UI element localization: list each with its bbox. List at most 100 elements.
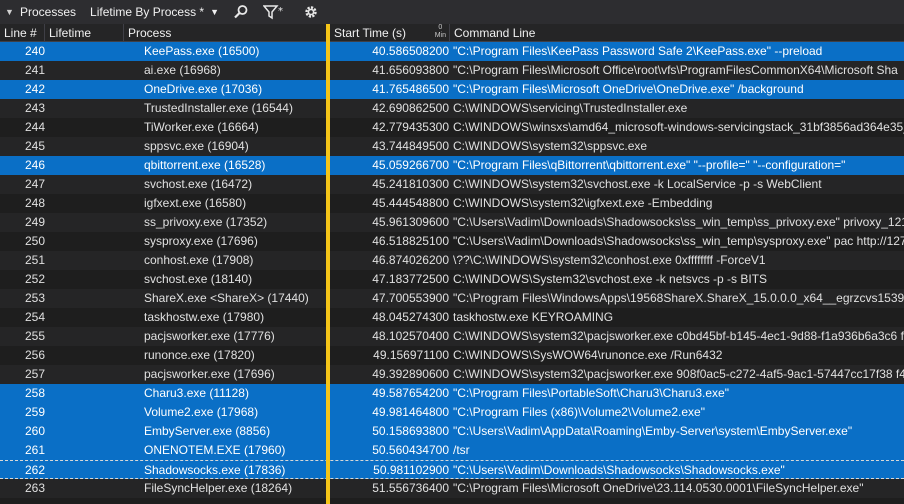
row-process: Shadowsocks.exe (17836) (144, 463, 286, 477)
row-process: TiWorker.exe (16664) (144, 120, 259, 134)
row-line-number: 262 (24, 463, 45, 477)
column-header-command-line[interactable]: Command Line (450, 24, 904, 42)
filter-icon[interactable]: * (263, 4, 289, 20)
row-process: taskhostw.exe (17980) (144, 310, 265, 324)
row-line-number: 241 (24, 63, 45, 77)
row-command-line: "C:\Program Files\qBittorrent\qbittorren… (453, 158, 846, 172)
row-command-line: /tsr (453, 443, 470, 457)
row-command-line: "C:\Users\Vadim\Downloads\Shadowsocks\ss… (453, 234, 904, 248)
table-row[interactable]: 257 pacjsworker.exe (17696) 49.392890600 C:… (0, 365, 904, 384)
row-process: pacjsworker.exe (17696) (144, 367, 275, 381)
row-line-number: 243 (24, 101, 45, 115)
row-line-number: 252 (24, 272, 45, 286)
column-header-line[interactable]: Line # (0, 24, 45, 42)
table-row[interactable]: 259 Volume2.exe (17968) 49.981464800 "C:\Pr… (0, 403, 904, 422)
table-row[interactable]: 241 ai.exe (16968) 41.656093800 "C:\Program… (0, 61, 904, 80)
row-line-number: 255 (24, 329, 45, 343)
table-row[interactable]: 244 TiWorker.exe (16664) 42.779435300 C:\WI… (0, 118, 904, 137)
row-command-line: C:\WINDOWS\system32\igfxext.exe -Embeddi… (453, 196, 713, 210)
table-row[interactable]: 261 ONENOTEM.EXE (17960) 50.560434700/tsr (0, 441, 904, 460)
row-start-time: 42.690862500 (372, 101, 449, 115)
table-row[interactable]: 260 EmbyServer.exe (8856) 50.158693800 "C:\… (0, 422, 904, 441)
row-process: ONENOTEM.EXE (17960) (144, 443, 286, 457)
table-row[interactable]: 255 pacjsworker.exe (17776) 48.102570400 C:… (0, 327, 904, 346)
search-icon[interactable] (233, 4, 249, 20)
row-command-line: C:\WINDOWS\servicing\TrustedInstaller.ex… (453, 101, 688, 115)
row-process: svchost.exe (16472) (144, 177, 253, 191)
row-line-number: 248 (24, 196, 45, 210)
row-process: igfxext.exe (16580) (144, 196, 247, 210)
row-process: conhost.exe (17908) (144, 253, 254, 267)
row-start-time: 40.586508200 (372, 44, 449, 58)
row-process: pacjsworker.exe (17776) (144, 329, 275, 343)
row-command-line: "C:\Users\Vadim\Downloads\Shadowsocks\Sh… (453, 463, 785, 477)
table-row[interactable]: 248 igfxext.exe (16580) 45.444548800 C:\WIN… (0, 194, 904, 213)
row-process: TrustedInstaller.exe (16544) (144, 101, 293, 115)
row-line-number: 263 (24, 481, 45, 495)
view-selector[interactable]: Lifetime By Process * (90, 5, 204, 19)
table-body: 240 KeePass.exe (16500) 40.586508200 "C:\Pr… (0, 42, 904, 504)
row-command-line: C:\WINDOWS\system32\pacjsworker.exe c0bd… (453, 329, 904, 343)
row-line-number: 247 (24, 177, 45, 191)
panel-title: Processes (20, 5, 77, 19)
collapse-icon[interactable]: ▼ (0, 7, 18, 17)
row-start-time: 43.744849500 (372, 139, 449, 153)
row-start-time: 48.045274300 (372, 310, 449, 324)
row-command-line: "C:\Program Files\WindowsApps\19568Share… (453, 291, 904, 305)
row-command-line: taskhostw.exe KEYROAMING (453, 310, 614, 324)
row-start-time: 49.392890600 (372, 367, 449, 381)
row-start-time: 46.874026200 (372, 253, 449, 267)
row-line-number: 258 (24, 386, 45, 400)
table-row[interactable]: 262 Shadowsocks.exe (17836) 50.981102900 "C… (0, 460, 904, 479)
row-start-time: 48.102570400 (372, 329, 449, 343)
gear-icon[interactable] (303, 4, 319, 20)
row-line-number: 261 (24, 443, 45, 457)
row-process: FileSyncHelper.exe (18264) (144, 481, 293, 495)
sort-indicator: 0 Min (434, 24, 446, 39)
table-row[interactable]: 245 sppsvc.exe (16904) 43.744849500 C:\WIND… (0, 137, 904, 156)
row-line-number: 245 (24, 139, 45, 153)
row-command-line: C:\WINDOWS\system32\sppsvc.exe (453, 139, 648, 153)
panel-toolbar: ▼ Processes Lifetime By Process * ▼ * (0, 0, 904, 24)
table-row[interactable]: 254 taskhostw.exe (17980) 48.045274300 task… (0, 308, 904, 327)
row-line-number: 260 (24, 424, 45, 438)
table-row[interactable]: 240 KeePass.exe (16500) 40.586508200 "C:\Pr… (0, 42, 904, 61)
row-line-number: 251 (24, 253, 45, 267)
row-start-time: 45.059266700 (372, 158, 449, 172)
row-start-time: 46.518825100 (372, 234, 449, 248)
column-header-start-time[interactable]: Start Time (s) 0 Min (330, 24, 450, 42)
row-line-number: 244 (24, 120, 45, 134)
row-process: Charu3.exe (11128) (144, 386, 249, 400)
table-row[interactable]: 246 qbittorrent.exe (16528) 45.059266700 "C… (0, 156, 904, 175)
row-line-number: 246 (24, 158, 45, 172)
row-process: sysproxy.exe (17696) (144, 234, 258, 248)
chevron-down-icon[interactable]: ▼ (210, 7, 219, 17)
table-row[interactable]: 258 Charu3.exe (11128) 49.587654200 "C:\Pro… (0, 384, 904, 403)
row-command-line: "C:\Users\Vadim\AppData\Roaming\Emby-Ser… (453, 424, 853, 438)
table-row[interactable]: 256 runonce.exe (17820) 49.156971100 C:\WIN… (0, 346, 904, 365)
table-row[interactable]: 243 TrustedInstaller.exe (16544) 42.690862… (0, 99, 904, 118)
table-row[interactable]: 249 ss_privoxy.exe (17352) 45.961309600 "C:… (0, 213, 904, 232)
table-row[interactable]: 242 OneDrive.exe (17036) 41.765486500 "C:\P… (0, 80, 904, 99)
row-process: OneDrive.exe (17036) (144, 82, 263, 96)
table-row[interactable]: 250 sysproxy.exe (17696) 46.518825100 "C:\U… (0, 232, 904, 251)
row-start-time: 47.700553900 (372, 291, 449, 305)
column-header-start-time-label: Start Time (s) (334, 26, 407, 40)
row-start-time: 50.158693800 (372, 424, 449, 438)
row-start-time: 47.183772500 (372, 272, 449, 286)
row-start-time: 50.981102900 (373, 463, 449, 477)
table-row[interactable]: 252 svchost.exe (18140) 47.183772500 C:\WIN… (0, 270, 904, 289)
column-header-process[interactable]: Process (124, 24, 330, 42)
row-start-time: 49.587654200 (372, 386, 449, 400)
row-process: EmbyServer.exe (8856) (144, 424, 271, 438)
table-row[interactable]: 251 conhost.exe (17908) 46.874026200 \??\C:… (0, 251, 904, 270)
row-process: ss_privoxy.exe (17352) (144, 215, 268, 229)
row-process: KeePass.exe (16500) (144, 44, 260, 58)
table-row[interactable]: 253 ShareX.exe <ShareX> (17440) 47.7005539… (0, 289, 904, 308)
row-line-number: 249 (24, 215, 45, 229)
column-header-lifetime[interactable]: Lifetime (45, 24, 124, 42)
table-row[interactable]: 263 FileSyncHelper.exe (18264) 51.55673640… (0, 479, 904, 498)
row-line-number: 254 (24, 310, 45, 324)
table-row[interactable]: 247 svchost.exe (16472) 45.241810300 C:\WIN… (0, 175, 904, 194)
column-divider-marker[interactable] (326, 24, 330, 504)
